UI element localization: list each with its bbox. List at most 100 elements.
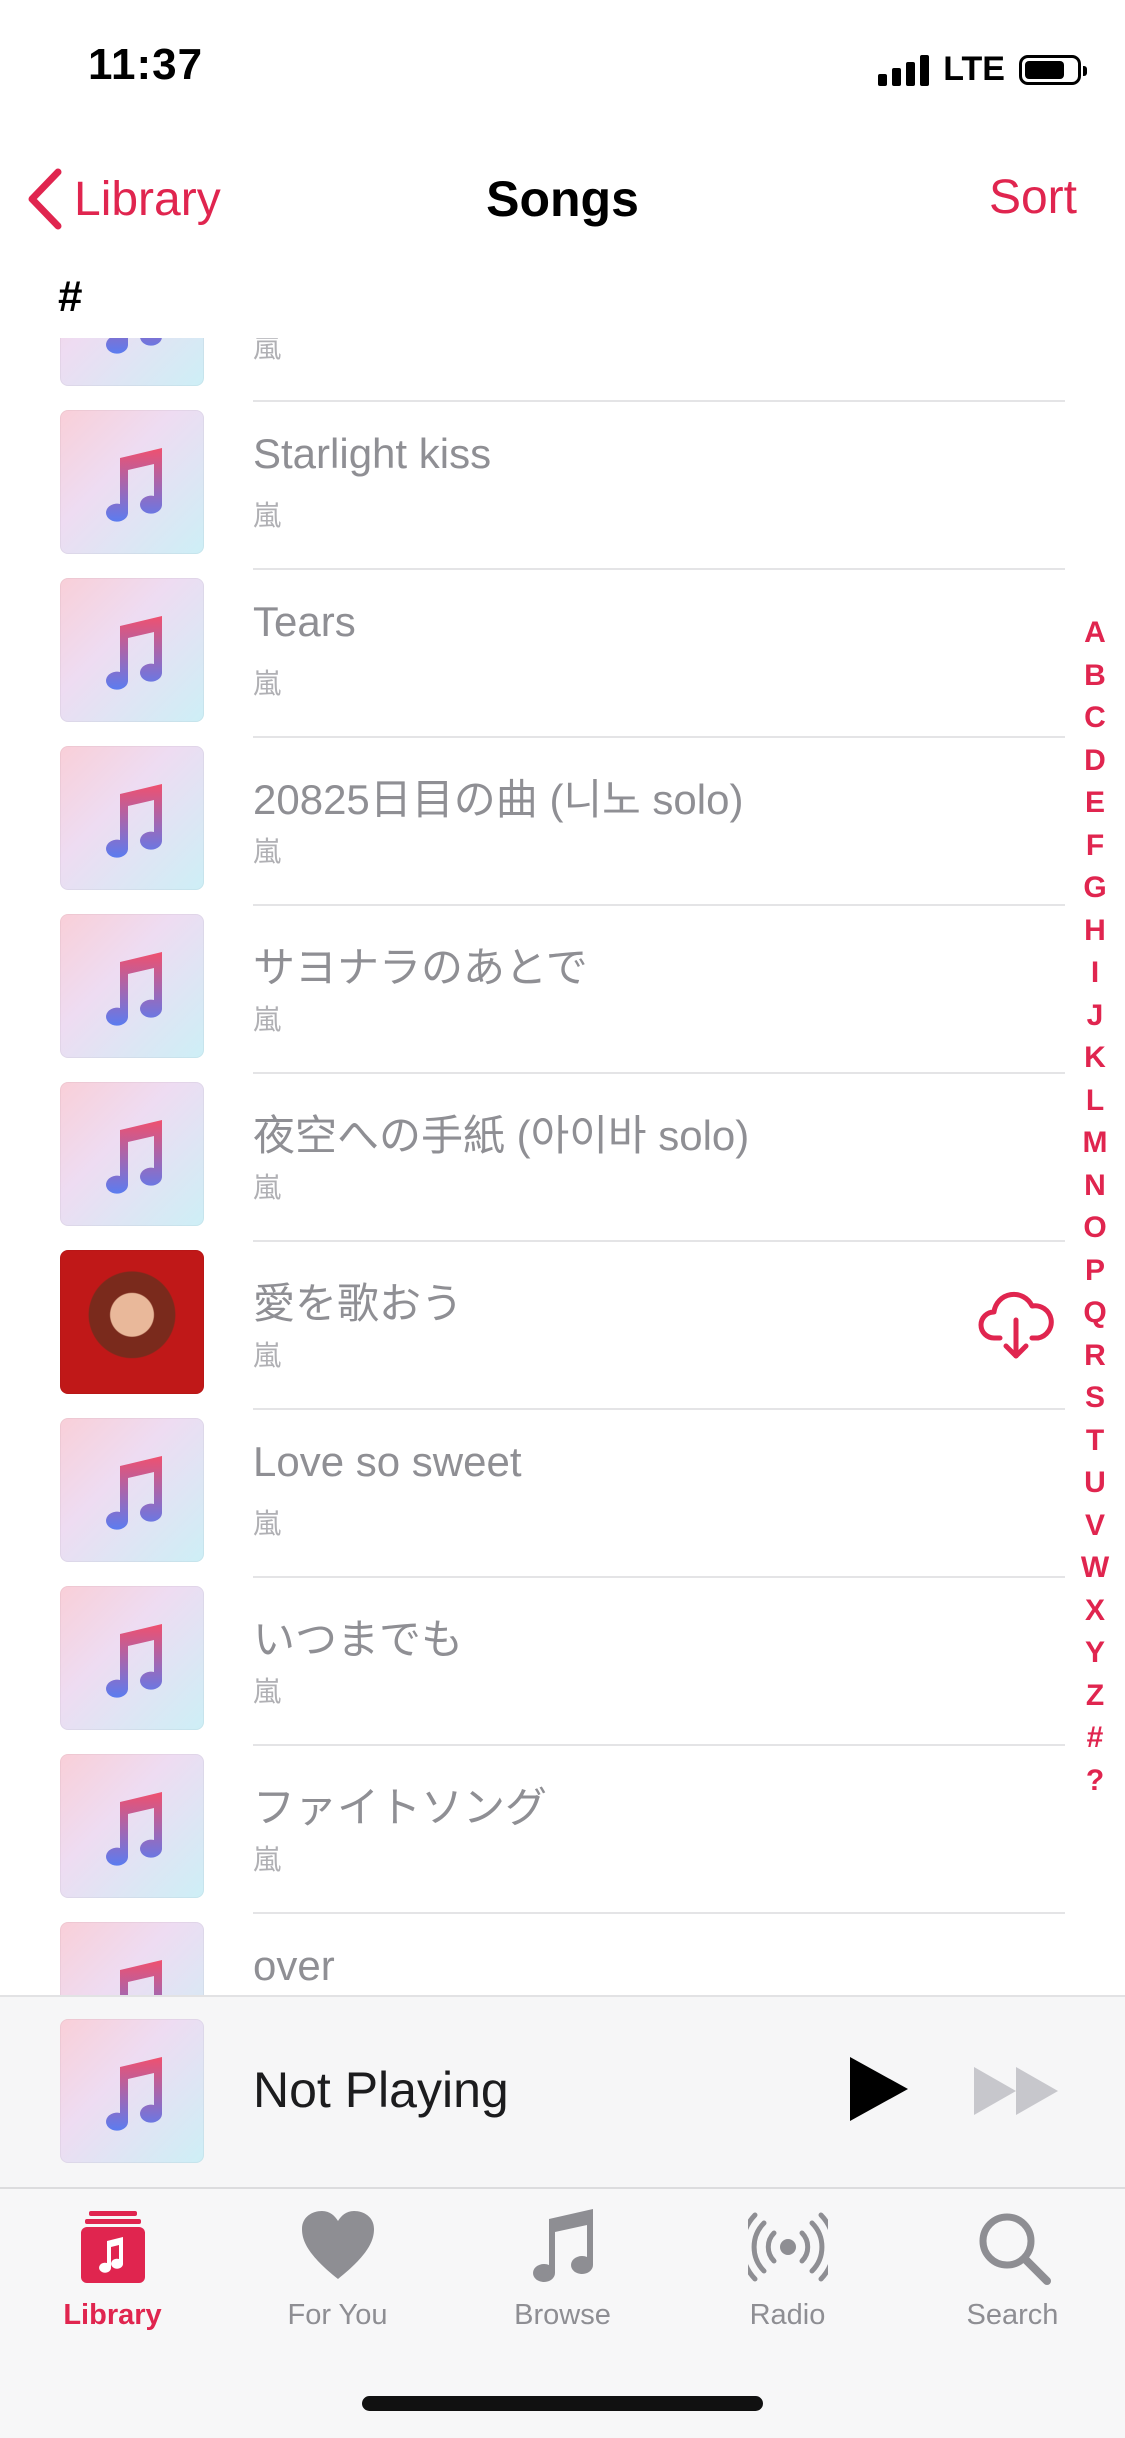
song-artist: 嵐 — [253, 1172, 282, 1203]
song-artist: 嵐 — [253, 836, 282, 867]
music-note-icon — [106, 1624, 163, 1698]
song-title: ファイトソング — [253, 1784, 548, 1831]
row-divider — [253, 1240, 1065, 1242]
music-note-icon — [106, 784, 163, 858]
index-letter[interactable]: I — [1091, 952, 1099, 995]
song-title: サヨナラのあとで — [253, 944, 588, 991]
status-indicators: LTE — [878, 50, 1087, 89]
music-note-icon — [106, 1456, 163, 1530]
index-letter[interactable]: U — [1084, 1462, 1106, 1505]
tab-search[interactable]: Search — [900, 2207, 1125, 2357]
song-title: Starlight kiss — [253, 430, 492, 477]
song-title: Tears — [253, 598, 356, 645]
alphabet-index[interactable]: A B C D E F G H I J K L M N O P Q R S T U V W X Y Z #? — [1074, 612, 1116, 1802]
tab-browse[interactable]: Browse — [450, 2207, 675, 2357]
song-row[interactable]: いつまでも嵐 — [0, 1586, 1125, 1754]
music-note-icon — [106, 1792, 163, 1866]
index-letter[interactable]: B — [1084, 655, 1106, 698]
index-letter[interactable]: G — [1083, 867, 1106, 910]
index-letter[interactable]: N — [1084, 1165, 1106, 1208]
tab-library[interactable]: Library — [0, 2207, 225, 2357]
library-icon — [80, 2211, 145, 2283]
index-letter[interactable]: R — [1084, 1335, 1106, 1378]
index-letter[interactable]: # — [1087, 1717, 1104, 1760]
song-row[interactable]: Tears 嵐 — [0, 578, 1125, 746]
music-note-icon — [106, 1120, 163, 1194]
index-letter[interactable]: T — [1086, 1420, 1104, 1463]
index-letter[interactable]: O — [1083, 1207, 1106, 1250]
signal-icon — [878, 54, 930, 86]
index-letter[interactable]: Q — [1083, 1292, 1106, 1335]
row-divider — [253, 1072, 1065, 1074]
index-letter[interactable]: W — [1081, 1547, 1109, 1590]
tab-label: Search — [966, 2299, 1059, 2331]
network-label: LTE — [943, 50, 1005, 88]
index-letter[interactable]: E — [1085, 782, 1105, 825]
row-divider — [253, 736, 1065, 738]
album-artwork — [60, 1250, 204, 1394]
index-letter[interactable]: K — [1084, 1037, 1106, 1080]
song-title: いつまでも — [253, 1616, 464, 1663]
status-time: 11:37 — [88, 40, 204, 89]
song-artist: 嵐 — [253, 500, 282, 531]
song-row[interactable]: Love so sweet 嵐 — [0, 1418, 1125, 1586]
tab-for-you[interactable]: For You — [225, 2207, 450, 2357]
music-note-icon — [106, 448, 163, 522]
index-letter[interactable]: X — [1085, 1590, 1105, 1633]
row-divider — [253, 1576, 1065, 1578]
song-title: 愛を歌おう — [253, 1280, 464, 1327]
cloud-download-icon[interactable] — [978, 1286, 1054, 1362]
song-row[interactable]: over — [0, 1922, 1125, 2000]
music-note-icon — [106, 952, 163, 1026]
artwork-placeholder — [60, 1922, 204, 2000]
tab-label: Library — [63, 2299, 162, 2331]
index-letter[interactable]: H — [1084, 910, 1106, 953]
song-title: over — [253, 1942, 335, 1989]
artwork-placeholder — [60, 410, 204, 554]
index-letter[interactable]: M — [1083, 1122, 1108, 1165]
row-divider — [253, 1408, 1065, 1410]
index-letter[interactable]: Z — [1086, 1675, 1104, 1718]
index-letter[interactable]: P — [1085, 1250, 1105, 1293]
music-note-icon — [106, 2057, 163, 2131]
battery-icon — [1019, 54, 1087, 85]
heart-icon — [301, 2211, 374, 2279]
index-letter[interactable]: D — [1084, 740, 1106, 783]
header-background — [0, 260, 1125, 338]
search-icon — [979, 2213, 1051, 2285]
fast-forward-button[interactable] — [972, 2065, 1062, 2117]
mini-player[interactable]: Not Playing — [0, 1995, 1125, 2189]
index-letter[interactable]: A — [1084, 612, 1106, 655]
song-title: 夜空への手紙 (아이바 solo) — [253, 1112, 750, 1159]
index-letter[interactable]: L — [1086, 1080, 1104, 1123]
index-letter[interactable]: ? — [1086, 1760, 1104, 1803]
index-letter[interactable]: F — [1086, 825, 1104, 868]
home-indicator — [362, 2396, 763, 2411]
play-button[interactable] — [842, 2053, 914, 2125]
song-row[interactable]: 20825日目の曲 (니노 solo) 嵐 — [0, 746, 1125, 914]
song-artist: 嵐 — [253, 1844, 282, 1875]
sort-button[interactable]: Sort — [989, 170, 1077, 225]
index-letter[interactable]: Y — [1085, 1632, 1105, 1675]
mini-player-artwork — [60, 2019, 204, 2163]
index-letter[interactable]: V — [1085, 1505, 1105, 1548]
song-row[interactable]: Starlight kiss 嵐 — [0, 410, 1125, 578]
song-row[interactable]: サヨナラのあとで嵐 — [0, 914, 1125, 1082]
song-artist: 嵐 — [253, 668, 282, 699]
index-letter[interactable]: S — [1085, 1377, 1105, 1420]
radio-icon — [747, 2212, 828, 2282]
navigation-bar: Library Songs Sort — [0, 140, 1125, 260]
artwork-placeholder — [60, 914, 204, 1058]
song-row[interactable]: 夜空への手紙 (아이바 solo) 嵐 — [0, 1082, 1125, 1250]
index-letter[interactable]: J — [1087, 995, 1104, 1038]
music-note-icon — [106, 616, 163, 690]
index-letter[interactable]: C — [1084, 697, 1106, 740]
artwork-placeholder — [60, 1754, 204, 1898]
status-bar: 11:37 LTE — [0, 0, 1125, 140]
row-divider — [253, 1744, 1065, 1746]
song-row[interactable]: ファイトソング嵐 — [0, 1754, 1125, 1922]
song-artist: 嵐 — [253, 1508, 282, 1539]
tab-radio[interactable]: Radio — [675, 2207, 900, 2357]
music-note-icon — [120, 1960, 162, 2000]
song-row[interactable]: 愛を歌おう嵐 — [0, 1250, 1125, 1418]
